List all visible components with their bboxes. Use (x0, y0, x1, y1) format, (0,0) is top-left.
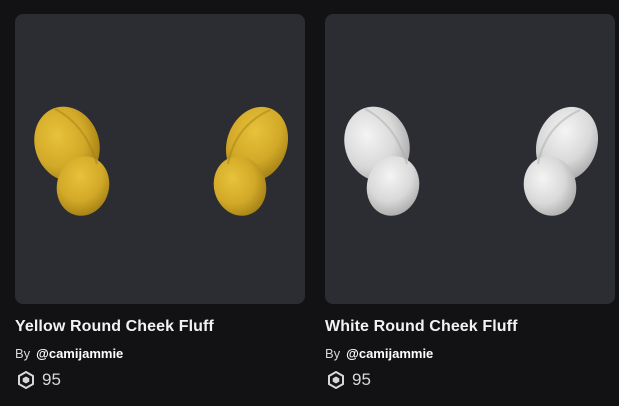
creator-link[interactable]: @camijammie (346, 346, 433, 361)
creator-link[interactable]: @camijammie (36, 346, 123, 361)
by-label: By (325, 346, 341, 361)
robux-icon (18, 371, 34, 389)
robux-icon (328, 371, 344, 389)
price-value: 95 (42, 370, 61, 389)
price: 95 (15, 370, 305, 390)
cheek-fluff-image (34, 106, 289, 216)
cheek-fluff-image (344, 106, 599, 216)
price: 95 (325, 370, 615, 390)
item-card[interactable]: Yellow Round Cheek Fluff By @camijammie … (15, 14, 305, 390)
item-card[interactable]: White Round Cheek Fluff By @camijammie 9… (325, 14, 615, 390)
price-value: 95 (352, 370, 371, 389)
by-label: By (15, 346, 31, 361)
item-thumbnail[interactable] (15, 14, 305, 304)
item-title[interactable]: Yellow Round Cheek Fluff (15, 318, 305, 336)
item-title[interactable]: White Round Cheek Fluff (325, 318, 615, 336)
creator-line: By @camijammie (15, 346, 305, 361)
creator-line: By @camijammie (325, 346, 615, 361)
item-thumbnail[interactable] (325, 14, 615, 304)
